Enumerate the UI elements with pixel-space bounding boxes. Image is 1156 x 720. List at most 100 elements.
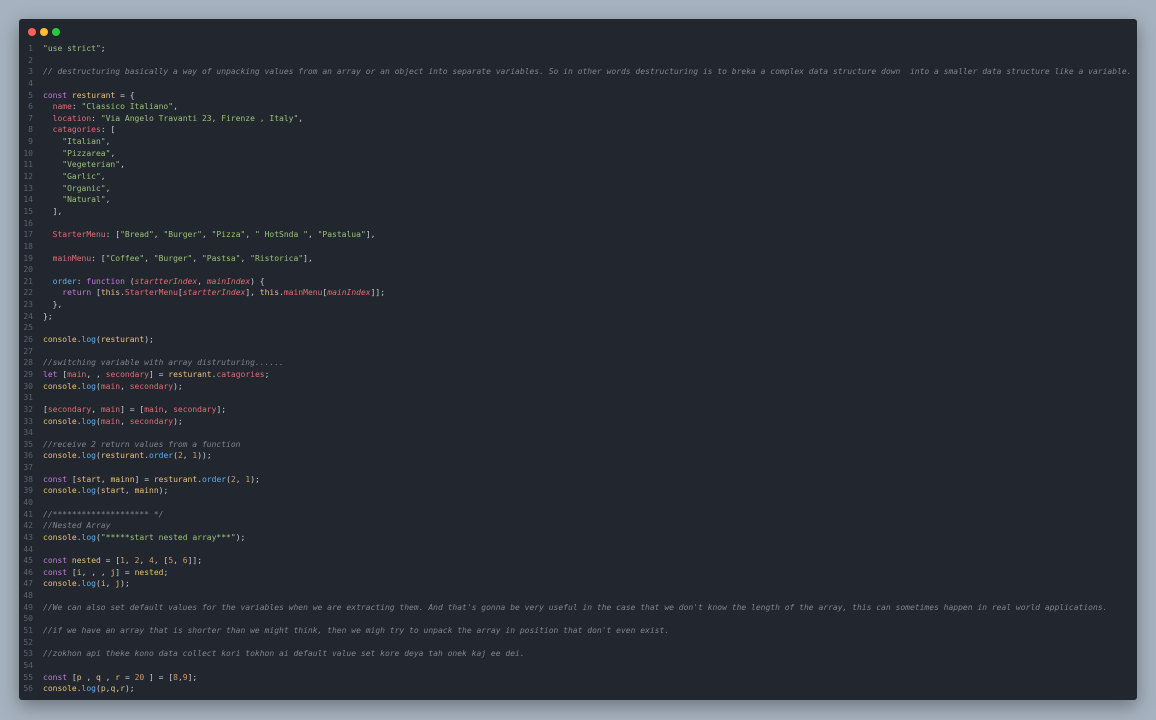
code-line[interactable]: 40	[19, 497, 1137, 509]
code-line[interactable]: 44	[19, 544, 1137, 556]
code-line[interactable]: 27	[19, 346, 1137, 358]
code-line[interactable]: 47 console.log(i, j);	[19, 578, 1137, 590]
line-number: 16	[23, 218, 33, 228]
code-token: start	[100, 486, 125, 496]
code-line[interactable]: 10 "Pizzarea",	[19, 148, 1137, 160]
code-line[interactable]: 39 console.log(start, mainn);	[19, 485, 1137, 497]
minimize-window-button[interactable]	[40, 28, 48, 36]
code-line[interactable]: 46 const [i, , , j] = nested;	[19, 567, 1137, 579]
code-line[interactable]: 41 //******************** */	[19, 509, 1137, 521]
code-token: ,	[105, 183, 111, 193]
code-token: 20	[134, 672, 145, 682]
code-line[interactable]: 4	[19, 78, 1137, 90]
code-line[interactable]: 8 catagories: [	[19, 124, 1137, 136]
code-line[interactable]: 36 console.log(resturant.order(2, 1));	[19, 450, 1137, 462]
code-line[interactable]: 12 "Garlic",	[19, 171, 1137, 183]
code-line[interactable]: 25	[19, 322, 1137, 334]
code-token: "Natural"	[62, 195, 106, 205]
code-line[interactable]: 7 location: "Via Angelo Travanti 23, Fir…	[19, 113, 1137, 125]
code-token: : [	[100, 125, 116, 135]
code-line[interactable]: 43 console.log("*****start nested array**…	[19, 532, 1137, 544]
code-line[interactable]: 31	[19, 392, 1137, 404]
code-line[interactable]: 42 //Nested Array	[19, 520, 1137, 532]
close-window-button[interactable]	[28, 28, 36, 36]
code-line[interactable]: 30 console.log(main, secondary);	[19, 381, 1137, 393]
code-line[interactable]: 3 // destructuring basically a way of unp…	[19, 66, 1137, 78]
code-line[interactable]: 21 order: function (startterIndex, mainI…	[19, 276, 1137, 288]
code-token: ,	[153, 230, 164, 240]
code-line[interactable]: 32 [secondary, main] = [main, secondary];	[19, 404, 1137, 416]
code-line[interactable]: 37	[19, 462, 1137, 474]
code-line[interactable]: 34	[19, 427, 1137, 439]
code-token: nested	[71, 556, 101, 566]
code-token: (	[124, 276, 135, 286]
code-line[interactable]: 54	[19, 660, 1137, 672]
code-line[interactable]: 15 ],	[19, 206, 1137, 218]
code-line[interactable]: 29 let [main, , secondary] = resturant.ca…	[19, 369, 1137, 381]
code-token: ] =	[134, 474, 154, 484]
code-line[interactable]: 14 "Natural",	[19, 194, 1137, 206]
code-line[interactable]: 5 const resturant = {	[19, 90, 1137, 102]
code-token: secondary	[129, 381, 174, 391]
code-line[interactable]: 48	[19, 590, 1137, 602]
line-number: 39	[23, 486, 33, 496]
code-line[interactable]: 52	[19, 637, 1137, 649]
line-number: 44	[23, 544, 33, 554]
code-token: );	[250, 474, 260, 484]
code-line[interactable]: 16	[19, 218, 1137, 230]
code-line[interactable]: 55 const [p , q , r = 20 ] = [8,9];	[19, 672, 1137, 684]
code-line[interactable]: 17 StarterMenu: ["Bread", "Burger", "Piz…	[19, 229, 1137, 241]
code-line[interactable]: 22 return [this.StarterMenu[startterInde…	[19, 287, 1137, 299]
code-token: const	[43, 556, 68, 566]
line-number: 56	[23, 684, 33, 694]
code-token: ];	[187, 672, 198, 682]
code-line[interactable]: 38 const [start, mainn] = resturant.order…	[19, 474, 1137, 486]
code-line[interactable]: 11 "Vegeterian",	[19, 159, 1137, 171]
code-line[interactable]: 45 const nested = [1, 2, 4, [5, 6]];	[19, 555, 1137, 567]
code-line[interactable]: 9 "Italian",	[19, 136, 1137, 148]
code-token: //receive 2 return values from a functio…	[43, 439, 241, 449]
code-token: resturant	[71, 90, 116, 100]
code-token: , ,	[86, 369, 106, 379]
code-editor[interactable]: 1 "use strict"; 2 3// destructuring basical…	[19, 43, 1137, 695]
code-line[interactable]: 28 //switching variable with array distru…	[19, 357, 1137, 369]
code-line[interactable]: 26 console.log(resturant);	[19, 334, 1137, 346]
code-line[interactable]: 19 mainMenu: ["Coffee", "Burger", "Pasts…	[19, 253, 1137, 265]
code-token: , [	[153, 556, 169, 566]
line-number: 11	[23, 160, 33, 170]
maximize-window-button[interactable]	[52, 28, 60, 36]
code-line[interactable]: 1 "use strict";	[19, 43, 1137, 55]
code-token: const	[43, 567, 68, 577]
code-token: ) {	[250, 276, 265, 286]
code-line[interactable]: 20	[19, 264, 1137, 276]
code-line[interactable]: 51 //if we have an array that is shorter …	[19, 625, 1137, 637]
line-number: 28	[23, 358, 33, 368]
code-line[interactable]: 23 },	[19, 299, 1137, 311]
code-token: secondary	[129, 416, 174, 426]
code-token: ,	[197, 276, 207, 286]
code-line[interactable]: 13 "Organic",	[19, 183, 1137, 195]
code-token: location	[52, 113, 92, 123]
line-number: 41	[23, 509, 33, 519]
code-token: console	[43, 335, 77, 345]
code-line[interactable]: 49 //We can also set default values for t…	[19, 602, 1137, 614]
code-line[interactable]: 56 console.log(p,q,r);	[19, 683, 1137, 695]
code-line[interactable]: 53 //zokhon api theke kono data collect k…	[19, 648, 1137, 660]
line-number: 18	[23, 241, 33, 251]
code-line[interactable]: 50	[19, 613, 1137, 625]
code-token: = {	[115, 90, 135, 100]
code-token: ];	[216, 404, 227, 414]
code-line[interactable]: 24};	[19, 311, 1137, 323]
code-token: :	[91, 113, 101, 123]
line-number: 5	[28, 90, 33, 100]
line-number: 24	[23, 311, 33, 321]
line-number: 34	[23, 428, 33, 438]
line-number: 43	[23, 532, 33, 542]
code-line[interactable]: 18	[19, 241, 1137, 253]
code-line[interactable]: 2	[19, 55, 1137, 67]
code-line[interactable]: 35 //receive 2 return values from a funct…	[19, 439, 1137, 451]
code-line[interactable]: 33 console.log(main, secondary);	[19, 416, 1137, 428]
code-line[interactable]: 6 name: "Classico Italiano",	[19, 101, 1137, 113]
